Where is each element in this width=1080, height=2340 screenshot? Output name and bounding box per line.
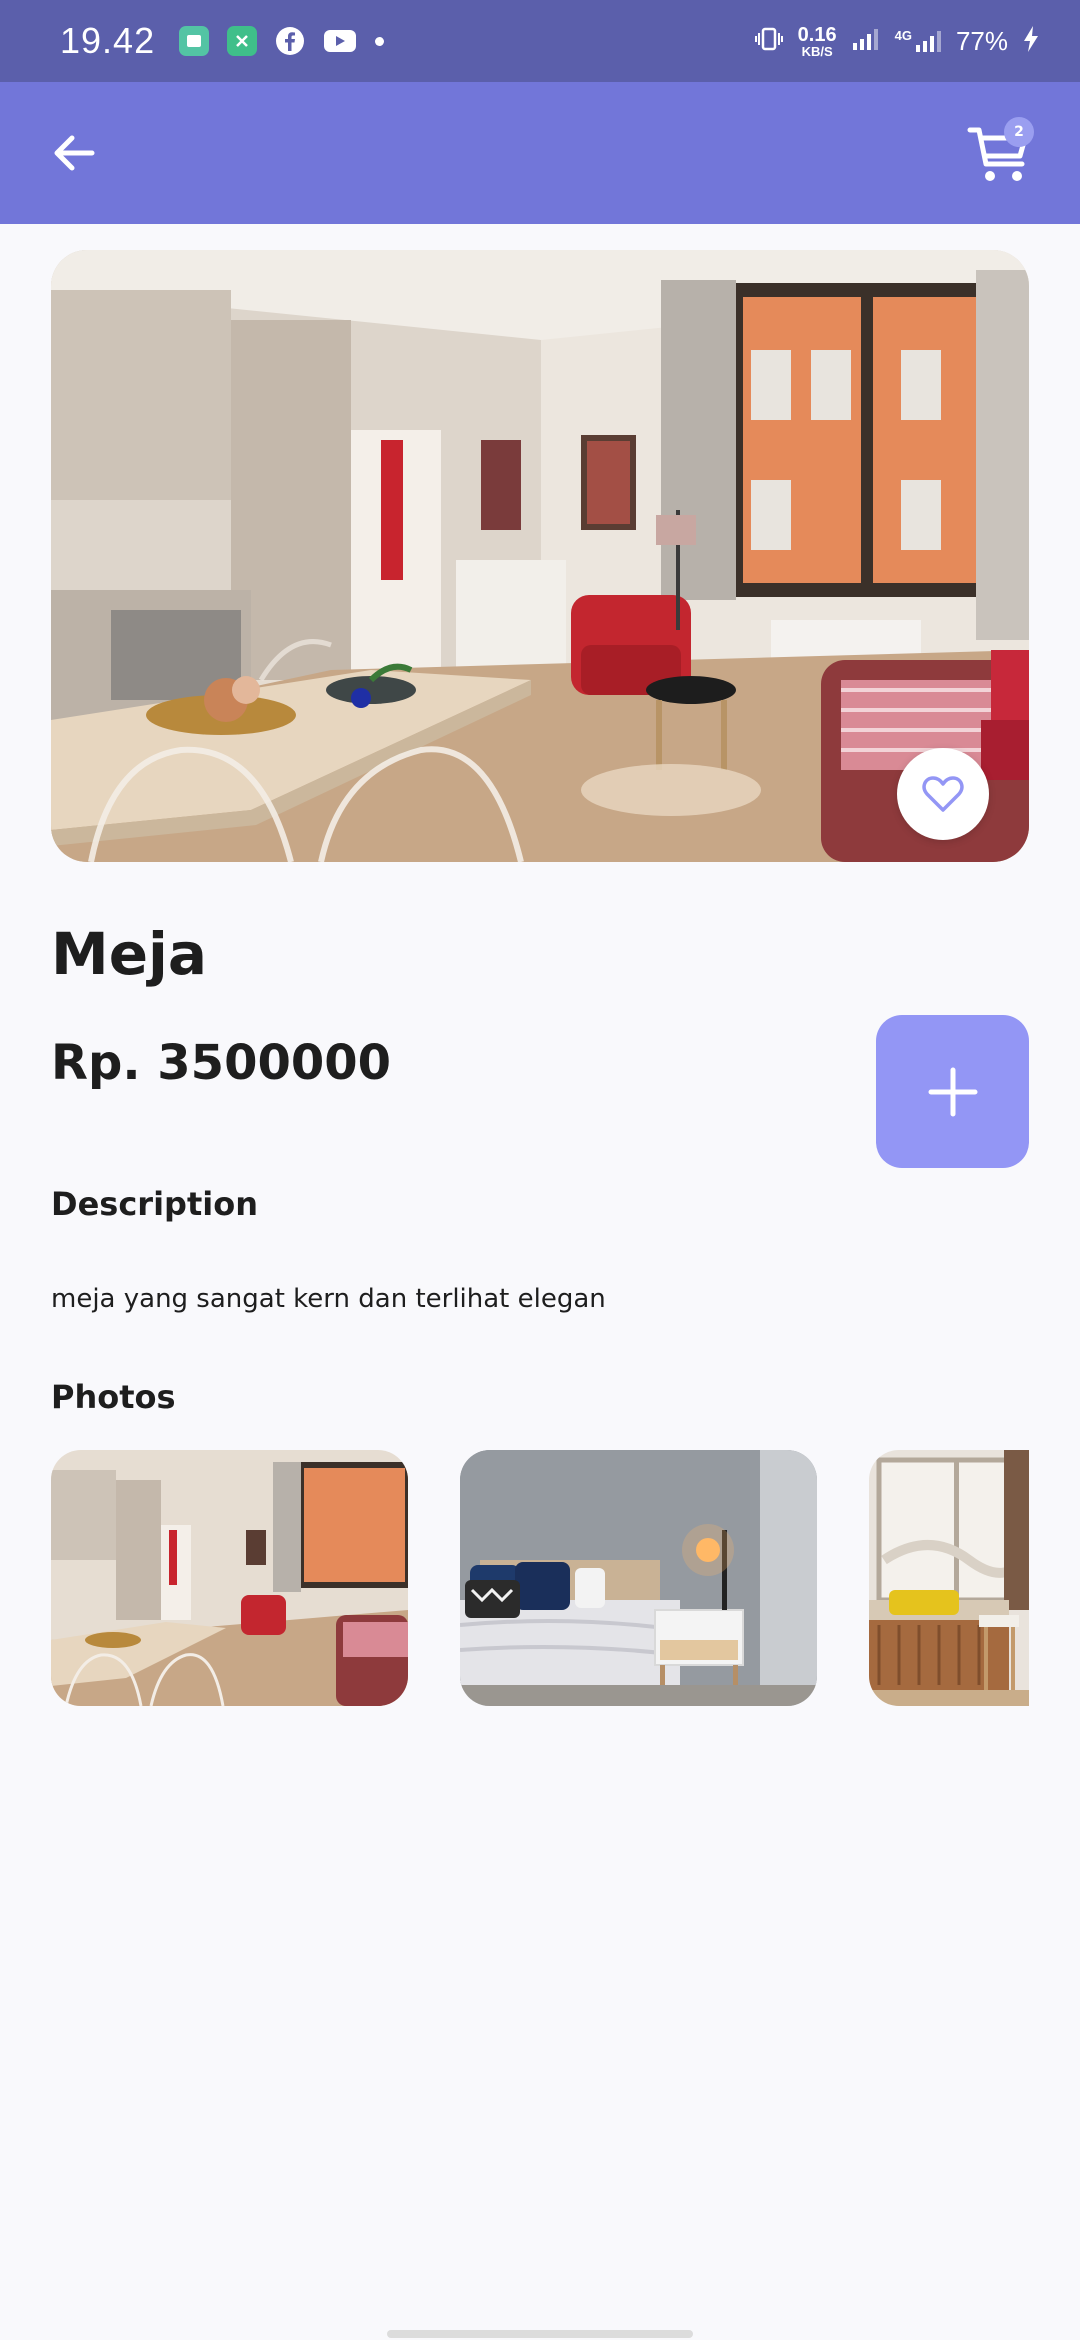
status-bar-left: 19.42 — [60, 20, 385, 62]
living-room-illustration — [51, 250, 1029, 862]
status-bar-right: 0.16 KB/S 4G 77% — [754, 24, 1040, 59]
youtube-icon — [323, 26, 357, 56]
network-speed-unit: KB/S — [801, 43, 833, 59]
network-speed: 0.16 KB/S — [798, 25, 837, 58]
app-bar: 2 — [0, 82, 1080, 224]
signal-icon — [851, 26, 881, 57]
cart-button[interactable]: 2 — [960, 113, 1040, 193]
vibrate-icon — [754, 24, 784, 59]
back-button[interactable] — [44, 123, 104, 183]
photo-thumbnail-bedroom[interactable] — [460, 1450, 817, 1706]
facebook-icon — [275, 26, 305, 56]
home-indicator[interactable] — [387, 2330, 693, 2338]
product-price: Rp. 3500000 — [51, 1035, 392, 1091]
favorite-button[interactable] — [897, 748, 989, 840]
window-nook-photo — [869, 1450, 1029, 1706]
bedroom-photo — [460, 1450, 817, 1706]
arrow-left-icon — [54, 135, 95, 171]
living-room-photo — [51, 1450, 408, 1706]
app-notification-icon — [227, 26, 258, 56]
photos-list[interactable] — [51, 1450, 1029, 1706]
status-time: 19.42 — [60, 20, 156, 61]
add-to-cart-button[interactable] — [876, 1015, 1029, 1168]
product-image — [51, 250, 1029, 862]
photo-thumbnail-living-room[interactable] — [51, 1450, 408, 1706]
cart-count-badge: 2 — [1004, 117, 1034, 147]
description-title: Description — [51, 1185, 258, 1223]
network-speed-value: 0.16 — [797, 23, 837, 46]
charging-icon — [1022, 25, 1040, 58]
plus-icon — [928, 1067, 977, 1116]
status-bar: 19.42 0.16 KB/S 4G 77% — [0, 0, 1080, 82]
battery-level: 77% — [955, 25, 1008, 56]
description-text: meja yang sangat kern dan terlihat elega… — [51, 1284, 606, 1314]
product-name: Meja — [51, 920, 208, 988]
more-notifications-dot — [375, 36, 385, 46]
photo-thumbnail-window-nook[interactable] — [869, 1450, 1029, 1706]
signal-4g-icon: 4G — [895, 28, 942, 54]
heart-outline-icon — [922, 776, 964, 812]
app-notification-icon — [179, 26, 210, 56]
photos-title: Photos — [51, 1378, 176, 1416]
network-type-label: 4G — [894, 28, 912, 43]
